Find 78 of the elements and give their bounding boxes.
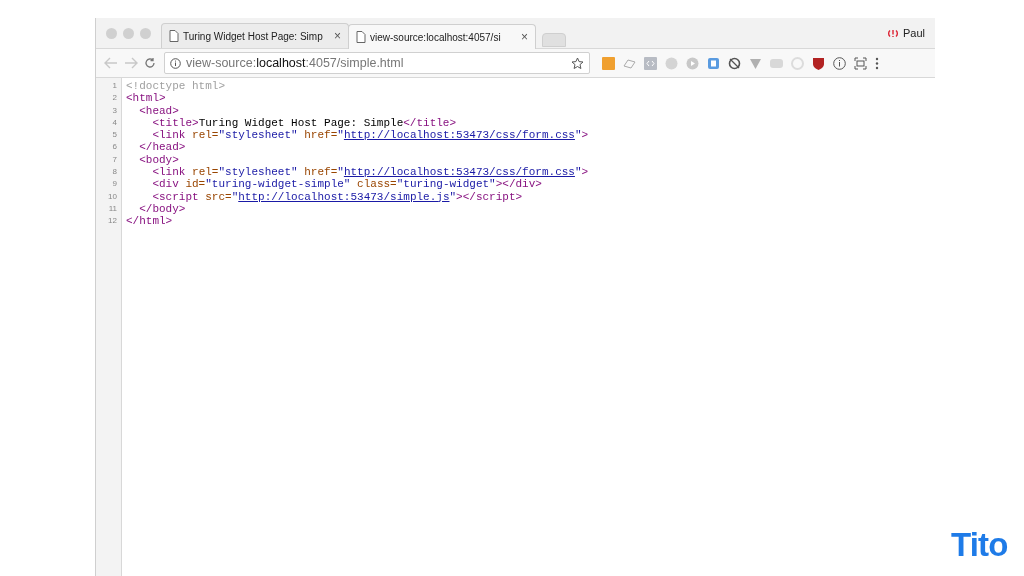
line-number: 12 [108, 215, 117, 228]
tab-title: Turing Widget Host Page: Simp [183, 29, 324, 44]
link[interactable]: http://localhost:53473/css/form.css [343, 129, 575, 142]
forward-icon[interactable] [124, 57, 138, 69]
html-tag: </title> [403, 116, 457, 130]
info-icon[interactable] [833, 56, 846, 70]
attribute-name: href= [304, 166, 338, 179]
html-tag: </html> [126, 215, 173, 228]
line-number: 6 [112, 141, 117, 154]
shield-icon[interactable] [812, 56, 825, 70]
html-tag: > [581, 129, 589, 142]
close-tab-button[interactable]: × [334, 30, 341, 42]
attribute-value: "turing-widget-simple" [205, 178, 351, 191]
attribute-value: " [449, 190, 457, 203]
window-minimize-button[interactable] [123, 27, 134, 39]
html-tag: <link [152, 166, 186, 179]
attribute-name: id= [185, 178, 206, 191]
html-tag: </body> [139, 202, 186, 216]
page-icon [169, 30, 179, 42]
html-tag: <div [152, 178, 179, 191]
attribute-name: href= [304, 129, 338, 142]
attribute-value: "turing-widget" [396, 178, 496, 191]
new-tab-button[interactable] [542, 33, 566, 47]
attribute-name: rel= [192, 166, 219, 179]
html-tag: ></script> [456, 190, 523, 203]
close-tab-button[interactable]: × [521, 31, 528, 43]
back-icon[interactable] [104, 57, 118, 69]
line-number: 1 [112, 80, 117, 92]
menu-icon[interactable] [875, 56, 879, 70]
link[interactable]: http://localhost:53473/css/form.css [343, 166, 575, 179]
line-number: 4 [112, 116, 117, 129]
extension-icon[interactable] [728, 56, 741, 70]
reload-icon[interactable] [144, 57, 156, 69]
line-number: 5 [112, 129, 117, 142]
tab[interactable]: Turing Widget Host Page: Simp × [161, 23, 349, 48]
html-tag: </head> [139, 141, 186, 154]
tab-title: view-source:localhost:4057/si [370, 30, 502, 45]
address-field[interactable]: view-source:localhost:4057/simple.html [164, 52, 590, 74]
html-tag: <head> [139, 104, 179, 117]
sync-error-icon[interactable] [886, 27, 899, 39]
info-icon [170, 57, 181, 69]
attribute-value: " [574, 129, 582, 142]
attribute-value: "stylesheet" [218, 129, 298, 142]
window-close-button[interactable] [106, 27, 117, 39]
line-number: 11 [108, 202, 117, 215]
url-text: view-source:localhost:4057/simple.html [186, 54, 404, 72]
line-number: 8 [112, 166, 117, 179]
attribute-value: " [337, 166, 344, 179]
attribute-name: src= [205, 190, 232, 203]
attribute-value: " [231, 190, 239, 203]
attribute-value: " [337, 129, 344, 142]
doctype-text: <!doctype html> [126, 80, 226, 93]
page-icon [356, 31, 366, 43]
attribute-name: class= [357, 178, 397, 191]
html-tag: <body> [139, 153, 179, 167]
bookmark-star-icon[interactable] [571, 56, 584, 70]
attribute-name: rel= [192, 129, 219, 142]
line-number: 3 [112, 104, 117, 117]
line-number: 2 [112, 92, 117, 105]
profile-name[interactable]: Paul [902, 24, 925, 42]
html-tag: <script [152, 190, 199, 203]
screen-frame-icon[interactable] [854, 56, 867, 70]
line-number: 7 [112, 153, 117, 166]
line-number: 9 [112, 178, 117, 191]
html-tag: > [581, 166, 589, 179]
html-tag: <link [152, 129, 186, 142]
tab[interactable]: view-source:localhost:4057/si × [348, 24, 536, 49]
attribute-value: " [574, 166, 582, 179]
extension-icon[interactable] [707, 56, 720, 70]
text-content: Turing Widget Host Page: Simple [198, 116, 404, 130]
attribute-value: "stylesheet" [218, 166, 298, 179]
link[interactable]: http://localhost:53473/simple.js [238, 190, 450, 203]
html-tag: <html> [126, 92, 166, 105]
logo-text: Tito [951, 528, 1008, 561]
html-tag: <title> [152, 116, 199, 130]
html-tag: ></div> [495, 178, 542, 191]
line-number: 10 [108, 190, 117, 203]
window-zoom-button[interactable] [140, 27, 151, 39]
